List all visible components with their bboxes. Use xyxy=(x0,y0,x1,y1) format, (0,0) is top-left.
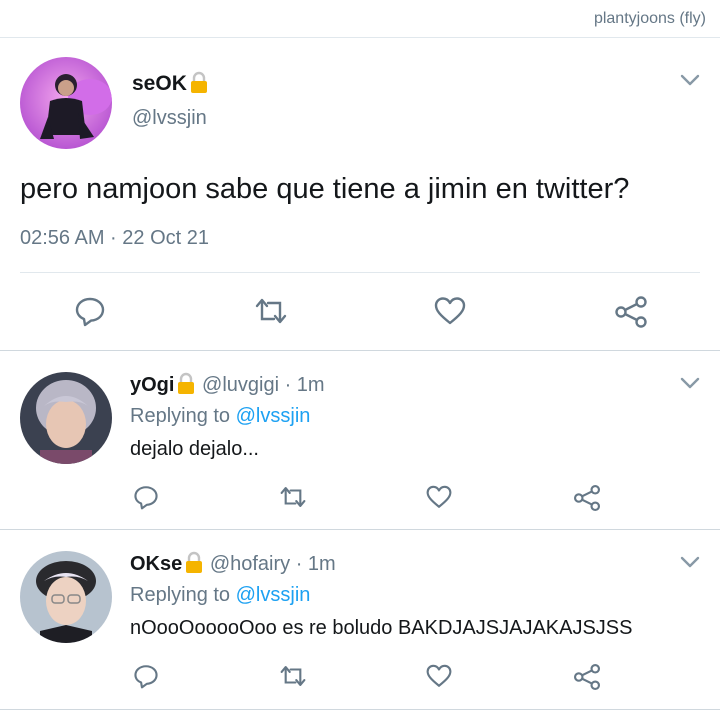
retweet-button[interactable] xyxy=(254,295,288,332)
retweet-icon xyxy=(280,487,306,507)
share-icon xyxy=(573,663,601,691)
replying-to: Replying to @lvssjin xyxy=(130,405,311,427)
chevron-down-icon[interactable] xyxy=(680,73,700,91)
replying-to: Replying to @lvssjin xyxy=(130,584,311,606)
display-name[interactable]: seOK xyxy=(132,71,209,99)
retweet-icon xyxy=(255,298,287,324)
tweet-text: pero namjoon sabe que tiene a jimin en t… xyxy=(20,173,630,205)
reply-header: OKse @hofairy · 1m xyxy=(130,551,336,579)
like-button[interactable] xyxy=(434,295,466,332)
username-and-time[interactable]: @hofairy · 1m xyxy=(210,553,336,575)
reply-tweet[interactable]: OKse @hofairy · 1m Replying to @lvssjin … xyxy=(0,531,720,710)
divider xyxy=(20,272,700,273)
tweet-text: dejalo dejalo... xyxy=(130,438,259,460)
main-tweet[interactable]: seOK @lvssjin pero namjoon sabe que tien… xyxy=(0,39,720,351)
retweet-button[interactable] xyxy=(279,484,307,515)
username-and-time[interactable]: @luvgigi · 1m xyxy=(202,374,325,396)
retweet-icon xyxy=(280,666,306,686)
reply-button[interactable] xyxy=(74,295,106,332)
chevron-down-icon[interactable] xyxy=(680,555,700,573)
share-icon xyxy=(573,484,601,512)
avatar[interactable] xyxy=(20,372,112,464)
display-name[interactable]: OKse xyxy=(130,553,182,575)
share-icon xyxy=(615,296,647,328)
chevron-down-icon[interactable] xyxy=(680,376,700,394)
replying-to-link[interactable]: @lvssjin xyxy=(236,405,311,427)
lock-icon xyxy=(176,372,196,400)
reply-header: yOgi @luvgigi · 1m xyxy=(130,372,325,400)
like-button[interactable] xyxy=(426,484,452,515)
share-button[interactable] xyxy=(614,295,648,334)
like-icon xyxy=(426,485,452,508)
top-bar: plantyjoons (fly) xyxy=(0,0,720,38)
lock-icon xyxy=(189,71,209,99)
tweet-timestamp[interactable]: 02:56 AM · 22 Oct 21 xyxy=(20,227,209,250)
replying-to-link[interactable]: @lvssjin xyxy=(236,584,311,606)
tweet-text: nOooOooooOoo es re boludo BAKDJAJSJAJAKA… xyxy=(130,617,633,639)
reply-icon xyxy=(134,665,158,689)
reply-icon xyxy=(75,297,105,327)
reply-icon xyxy=(134,486,158,510)
share-button[interactable] xyxy=(573,484,601,517)
display-name[interactable]: yOgi xyxy=(130,374,174,396)
account-handle: plantyjoons (fly) xyxy=(593,10,706,27)
avatar[interactable] xyxy=(20,551,112,643)
like-icon xyxy=(426,664,452,687)
like-button[interactable] xyxy=(426,663,452,694)
share-button[interactable] xyxy=(573,663,601,696)
lock-icon xyxy=(184,551,204,579)
reply-button[interactable] xyxy=(133,484,159,515)
reply-button[interactable] xyxy=(133,663,159,694)
username[interactable]: @lvssjin xyxy=(132,107,207,130)
retweet-button[interactable] xyxy=(279,663,307,694)
avatar[interactable] xyxy=(20,57,112,149)
like-icon xyxy=(434,297,466,325)
reply-tweet[interactable]: yOgi @luvgigi · 1m Replying to @lvssjin … xyxy=(0,352,720,530)
